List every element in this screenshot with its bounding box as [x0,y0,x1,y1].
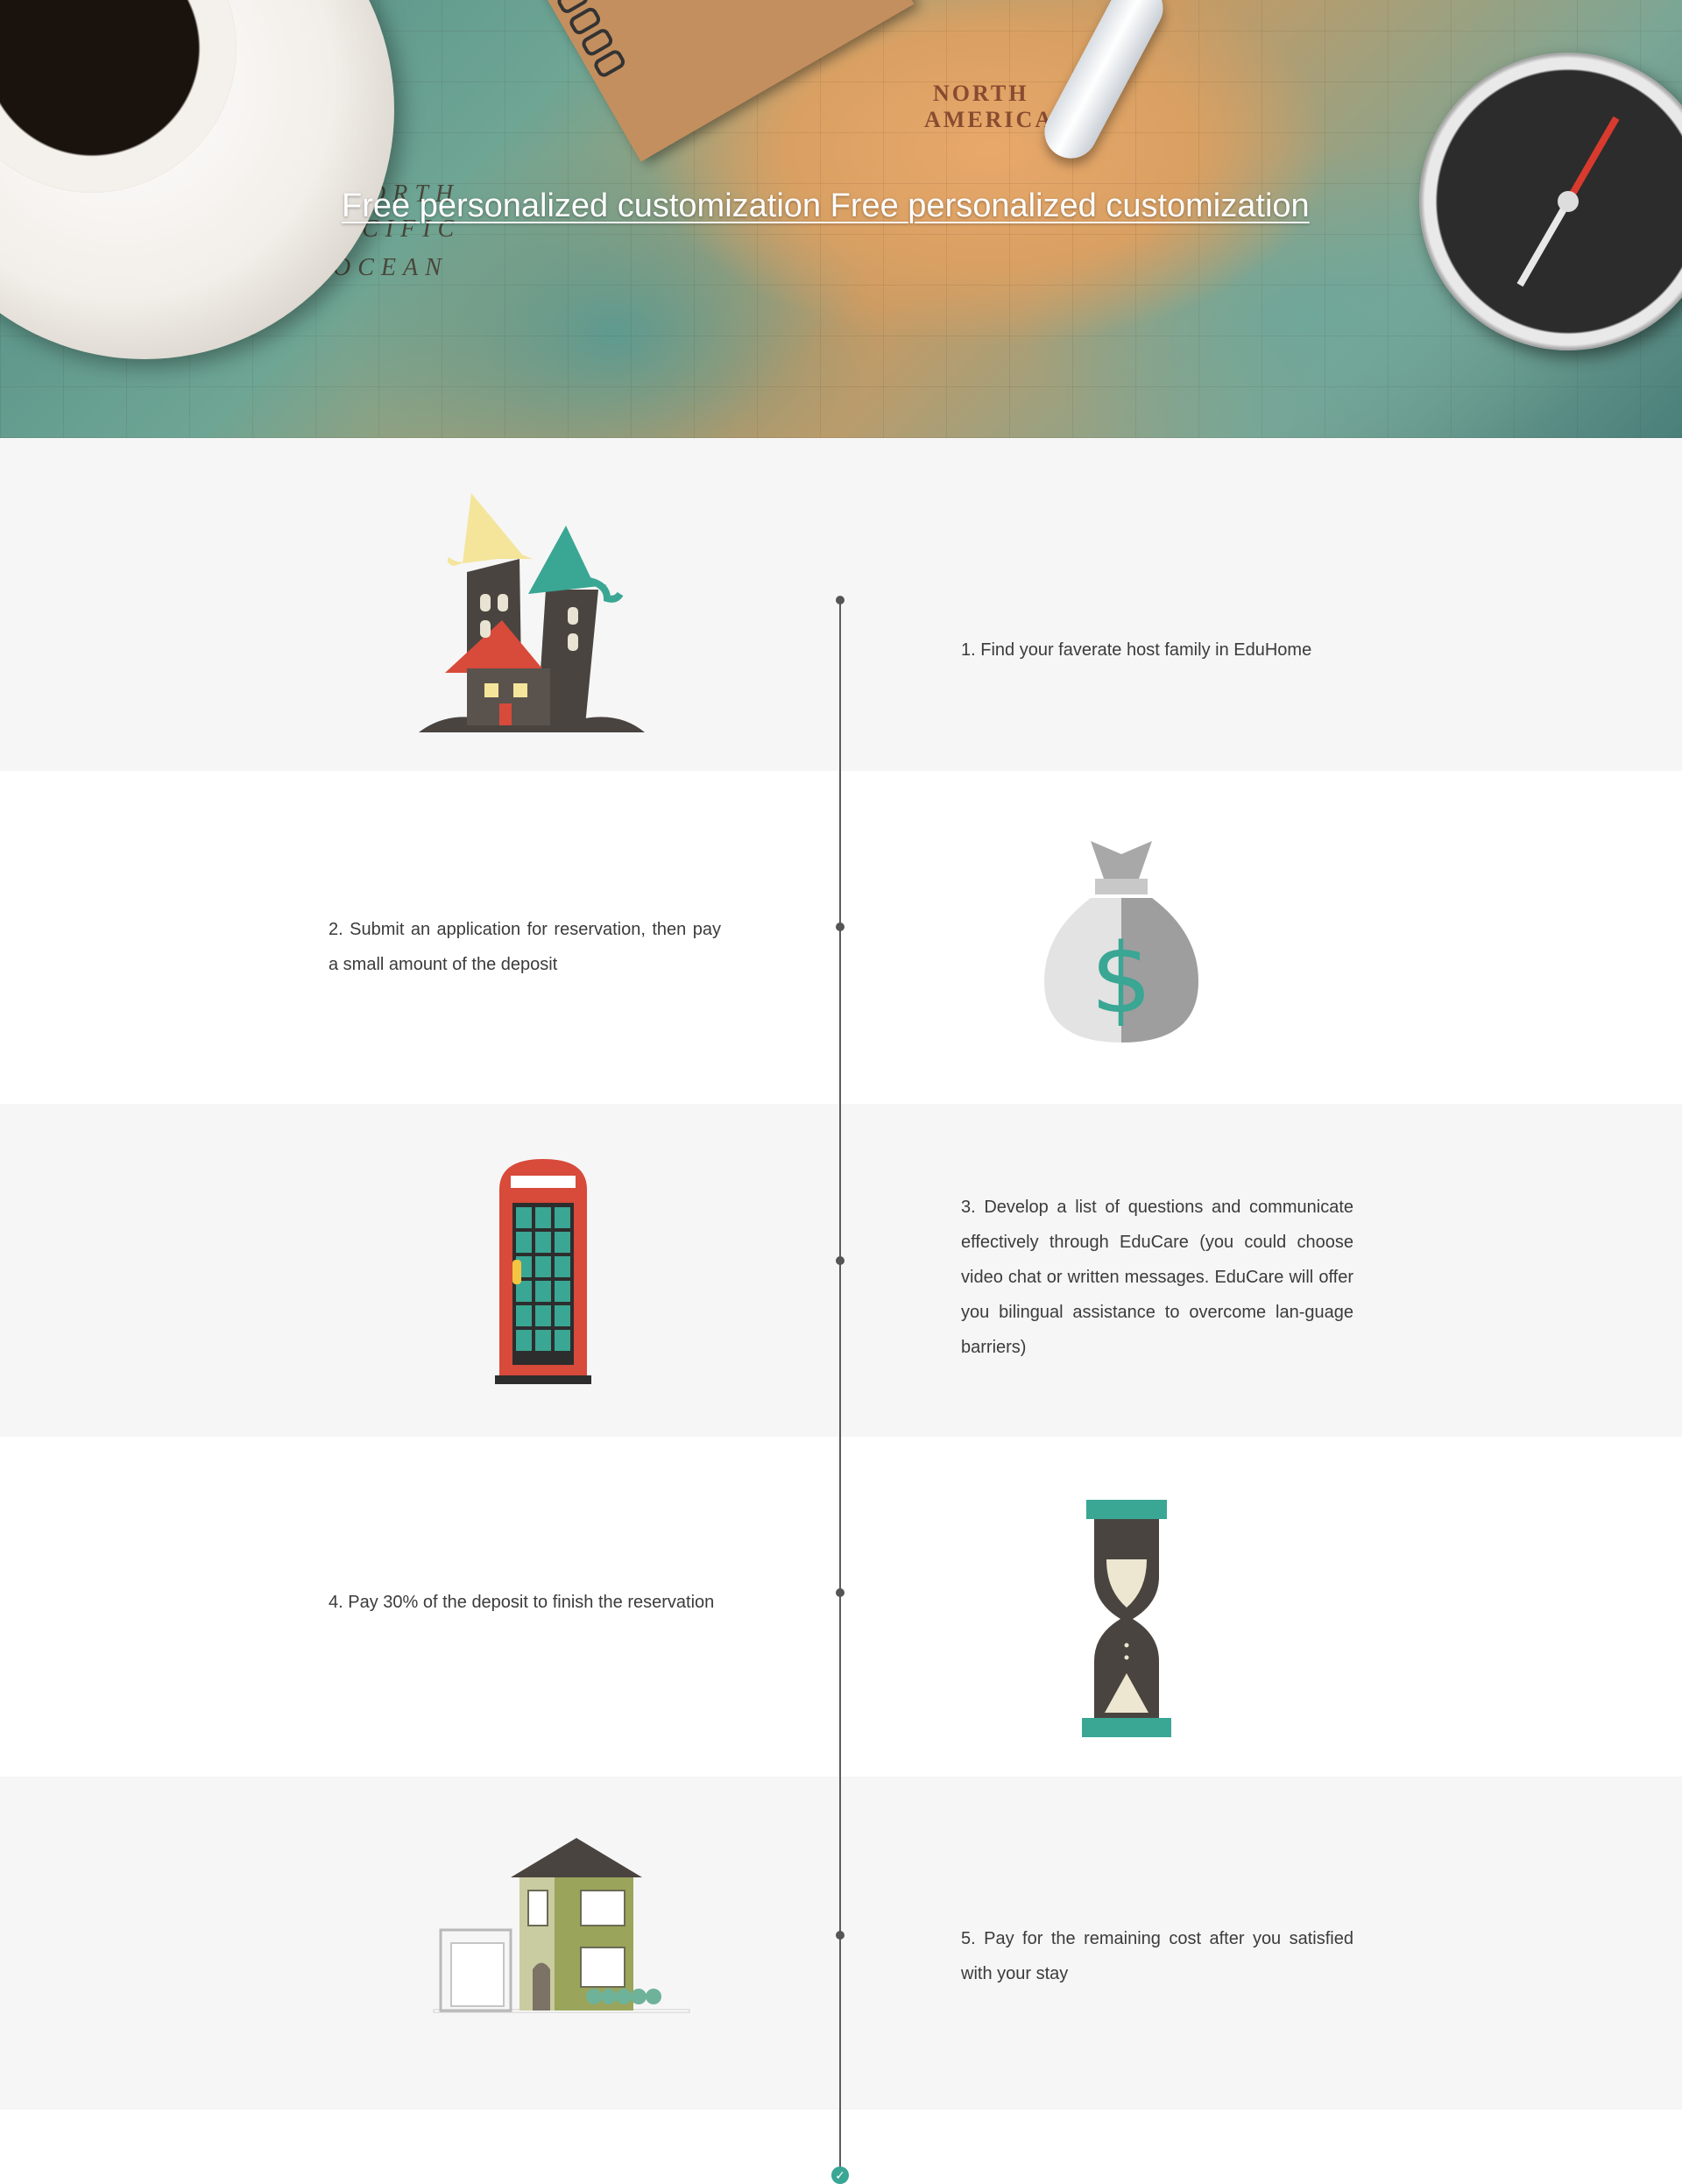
phone-booth-icon [495,1159,591,1384]
timeline-dot-1 [836,596,845,604]
hourglass-icon [1082,1500,1171,1737]
step-2-band [0,771,1682,1104]
hero-banner: NORTH AMERICA ORTH ACIFIC OCEAN Free per… [0,0,1682,438]
castle-house-icon [419,493,645,732]
dollar-sign: $ [1091,922,1152,1035]
step-1-band [0,438,1682,771]
money-bag-icon: $ [1044,841,1198,1043]
step-3-band [0,1104,1682,1437]
step-4-text: 4. Pay 30% of the deposit to finish the … [329,1593,715,1612]
step-4-band [0,1437,1682,1777]
step-5-text: 5. Pay for the remaining cost after you … [961,1929,1353,1983]
timeline-dot-4 [836,1588,845,1597]
timeline-dot-3 [836,1256,845,1265]
step-1-text: 1. Find your faverate host family in Edu… [961,640,1312,660]
house-icon [433,1838,690,2013]
step-3-text: 3. Develop a list of questions and commu… [961,1198,1353,1357]
check-icon: ✓ [831,2166,849,2184]
timeline-dot-2 [836,922,845,931]
hero-title-link[interactable]: Free personalized customization Free per… [342,187,1310,225]
step-5-band [0,1777,1682,2110]
timeline-dot-5 [836,1931,845,1940]
step-2-text: 2. Submit an application for reservation… [329,920,721,974]
map-label-north: NORTH [933,81,1029,106]
map-label-ocean: OCEAN [333,254,449,281]
map-label-america: AMERICA [924,107,1055,132]
